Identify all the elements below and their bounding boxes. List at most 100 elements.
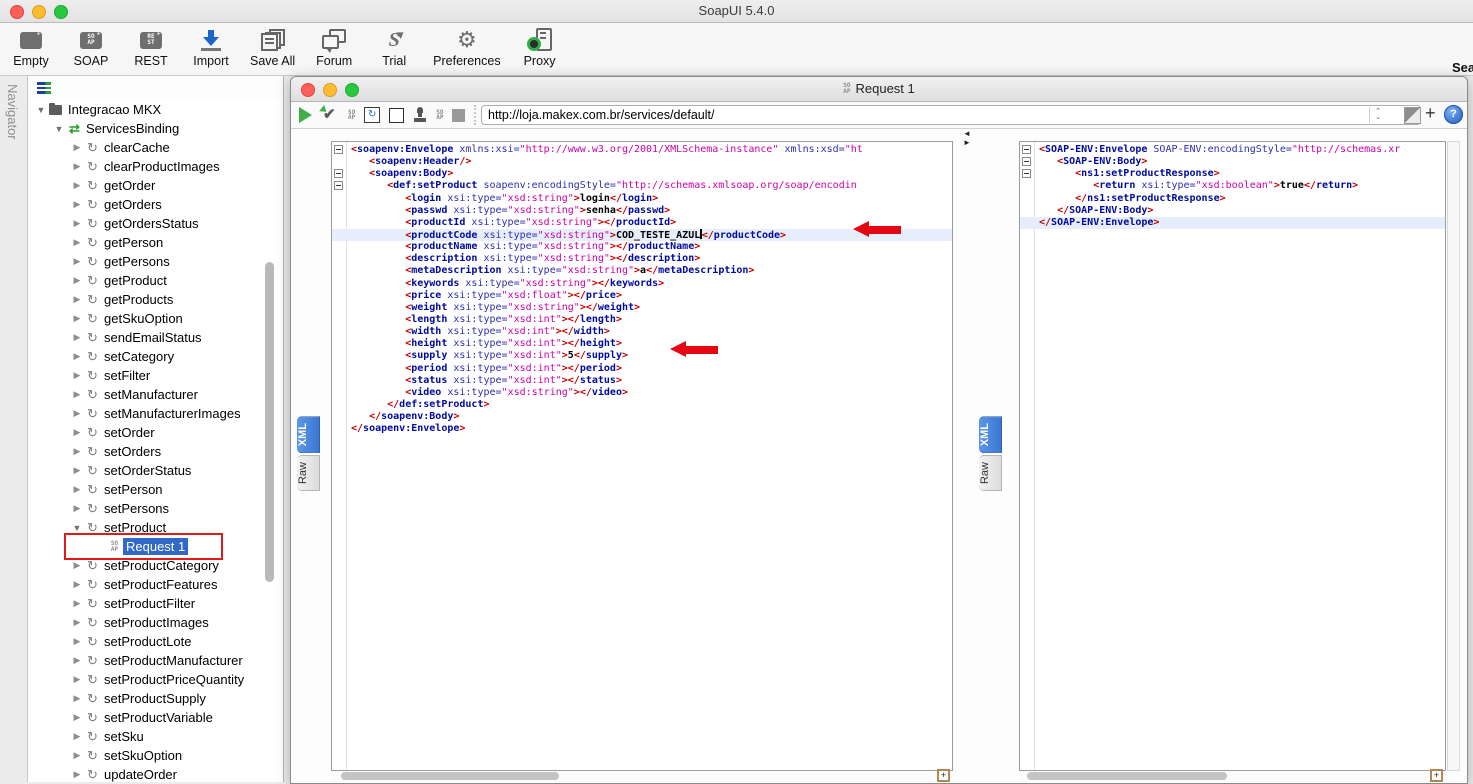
expander-collapsed-icon[interactable]: ▶ xyxy=(70,484,84,495)
tree-item-integracao-mkx[interactable]: ▼ Integracao MKX xyxy=(28,100,283,119)
expander-collapsed-icon[interactable]: ▶ xyxy=(70,579,84,590)
save-all-button[interactable]: Save All xyxy=(250,27,295,68)
tree-item-setorder[interactable]: ▶↻setOrder xyxy=(28,423,283,442)
tree-item-label[interactable]: getOrder xyxy=(101,177,158,194)
fold-collapse-icon[interactable] xyxy=(334,145,343,154)
tree-item-label[interactable]: getPersons xyxy=(101,253,173,270)
expander-collapsed-icon[interactable]: ▶ xyxy=(70,503,84,514)
response-xml-editor[interactable]: <SOAP-ENV:Envelope SOAP-ENV:encodingStyl… xyxy=(1019,141,1446,771)
tree-item-label[interactable]: setProductSupply xyxy=(101,690,209,707)
expander-collapsed-icon[interactable]: ▶ xyxy=(70,750,84,761)
tree-item-setproductvariable[interactable]: ▶↻setProductVariable xyxy=(28,708,283,727)
endpoint-url-input[interactable] xyxy=(481,105,1421,125)
tree-item-getproducts[interactable]: ▶↻getProducts xyxy=(28,290,283,309)
tree-item-setproductmanufacturer[interactable]: ▶↻setProductManufacturer xyxy=(28,651,283,670)
scrollbar-thumb[interactable] xyxy=(265,262,274,582)
fold-collapse-icon[interactable] xyxy=(1022,169,1031,178)
empty-project-button[interactable]: * Empty xyxy=(10,27,52,68)
proxy-button[interactable]: Proxy xyxy=(519,27,561,68)
navigator-scrollbar[interactable] xyxy=(264,262,275,662)
expander-collapsed-icon[interactable]: ▶ xyxy=(70,655,84,666)
tree-item-getorder[interactable]: ▶↻getOrder xyxy=(28,176,283,195)
response-vscrollbar[interactable] xyxy=(1447,141,1460,771)
add-endpoint-button[interactable]: + xyxy=(1425,103,1436,124)
tree-item-updateorder[interactable]: ▶↻updateOrder xyxy=(28,765,283,784)
tab-response-raw[interactable]: Raw xyxy=(979,455,1002,491)
expander-collapsed-icon[interactable]: ▶ xyxy=(70,256,84,267)
tree-item-servicesbinding[interactable]: ▼⇄ServicesBinding xyxy=(28,119,283,138)
tree-item-label[interactable]: setProductVariable xyxy=(101,709,216,726)
navigator-options-icon[interactable] xyxy=(37,82,51,94)
expander-collapsed-icon[interactable]: ▶ xyxy=(70,199,84,210)
expander-collapsed-icon[interactable]: ▶ xyxy=(70,237,84,248)
expander-collapsed-icon[interactable]: ▶ xyxy=(70,161,84,172)
request-hscrollbar[interactable] xyxy=(331,771,931,782)
tree-item-setsku[interactable]: ▶↻setSku xyxy=(28,727,283,746)
tree-item-label[interactable]: setPerson xyxy=(101,481,166,498)
tree-item-clearcache[interactable]: ▶↻clearCache xyxy=(28,138,283,157)
expander-collapsed-icon[interactable]: ▶ xyxy=(70,142,84,153)
preferences-button[interactable]: ⚙ Preferences xyxy=(433,27,500,68)
tree-item-label[interactable]: ServicesBinding xyxy=(83,120,182,137)
import-project-button[interactable]: Import xyxy=(190,27,232,68)
expander-expanded-icon[interactable]: ▼ xyxy=(34,105,48,115)
collapse-left-icon[interactable]: ◄ xyxy=(963,130,971,138)
tree-item-setpersons[interactable]: ▶↻setPersons xyxy=(28,499,283,518)
tree-item-clearproductimages[interactable]: ▶↻clearProductImages xyxy=(28,157,283,176)
expander-collapsed-icon[interactable]: ▶ xyxy=(70,693,84,704)
tree-item-setperson[interactable]: ▶↻setPerson xyxy=(28,480,283,499)
expander-expanded-icon[interactable]: ▼ xyxy=(52,124,66,134)
tree-item-setproductlote[interactable]: ▶↻setProductLote xyxy=(28,632,283,651)
tree-item-setskuoption[interactable]: ▶↻setSkuOption xyxy=(28,746,283,765)
tree-item-label[interactable]: setProductLote xyxy=(101,633,194,650)
fold-collapse-icon[interactable] xyxy=(334,181,343,190)
tree-item-getorders[interactable]: ▶↻getOrders xyxy=(28,195,283,214)
tree-item-label[interactable]: Integracao MKX xyxy=(65,101,164,118)
expander-collapsed-icon[interactable]: ▶ xyxy=(70,465,84,476)
tree-item-label[interactable]: setProductImages xyxy=(101,614,212,631)
expander-collapsed-icon[interactable]: ▶ xyxy=(70,617,84,628)
tree-item-setcategory[interactable]: ▶↻setCategory xyxy=(28,347,283,366)
forum-button[interactable]: Forum xyxy=(313,27,355,68)
new-soap-project-button[interactable]: *SOAP SOAP xyxy=(70,27,112,68)
tree-item-label[interactable]: sendEmailStatus xyxy=(101,329,205,346)
soap-action-icon[interactable]: SOAP xyxy=(436,110,443,121)
scrollbar-thumb[interactable] xyxy=(1027,772,1227,780)
tree-item-label[interactable]: setPersons xyxy=(101,500,172,517)
tree-item-label[interactable]: setProductPriceQuantity xyxy=(101,671,247,688)
tab-response-xml[interactable]: XML xyxy=(979,416,1002,453)
tree-item-setmanufacturer[interactable]: ▶↻setManufacturer xyxy=(28,385,283,404)
submit-request-button[interactable] xyxy=(299,107,312,123)
tree-item-setproductfilter[interactable]: ▶↻setProductFilter xyxy=(28,594,283,613)
editor-corner-button[interactable]: + xyxy=(1430,769,1443,782)
tree-item-label[interactable]: setManufacturer xyxy=(101,386,201,403)
expander-collapsed-icon[interactable]: ▶ xyxy=(70,446,84,457)
tree-item-label[interactable]: getProduct xyxy=(101,272,170,289)
tree-item-label[interactable]: setProductFeatures xyxy=(101,576,220,593)
tree-item-label[interactable]: setOrders xyxy=(101,443,164,460)
tree-item-setfilter[interactable]: ▶↻setFilter xyxy=(28,366,283,385)
tree-item-setorderstatus[interactable]: ▶↻setOrderStatus xyxy=(28,461,283,480)
tree-item-sendemailstatus[interactable]: ▶↻sendEmailStatus xyxy=(28,328,283,347)
fold-collapse-icon[interactable] xyxy=(334,169,343,178)
expander-collapsed-icon[interactable]: ▶ xyxy=(70,712,84,723)
endpoint-dropdown-stepper[interactable]: ⌃⌄ xyxy=(1369,107,1386,123)
tree-item-getordersstatus[interactable]: ▶↻getOrdersStatus xyxy=(28,214,283,233)
tree-item-setproductimages[interactable]: ▶↻setProductImages xyxy=(28,613,283,632)
filled-square-icon[interactable] xyxy=(452,109,465,122)
tree-item-setproductpricequantity[interactable]: ▶↻setProductPriceQuantity xyxy=(28,670,283,689)
expander-collapsed-icon[interactable]: ▶ xyxy=(70,769,84,780)
tree-item-setproductsupply[interactable]: ▶↻setProductSupply xyxy=(28,689,283,708)
tree-item-getproduct[interactable]: ▶↻getProduct xyxy=(28,271,283,290)
pane-collapse-control[interactable]: ◄► xyxy=(963,130,971,147)
tree-item-label[interactable]: clearProductImages xyxy=(101,158,223,175)
expander-collapsed-icon[interactable]: ▶ xyxy=(70,636,84,647)
expander-collapsed-icon[interactable]: ▶ xyxy=(70,731,84,742)
new-rest-project-button[interactable]: *REST REST xyxy=(130,27,172,68)
expander-collapsed-icon[interactable]: ▶ xyxy=(70,598,84,609)
create-empty-request-icon[interactable] xyxy=(389,108,404,123)
expander-collapsed-icon[interactable]: ▶ xyxy=(70,560,84,571)
tree-item-getpersons[interactable]: ▶↻getPersons xyxy=(28,252,283,271)
add-to-testcase-icon[interactable]: SOAP xyxy=(348,110,355,121)
request-window-titlebar[interactable]: SOAP Request 1 xyxy=(291,77,1467,102)
